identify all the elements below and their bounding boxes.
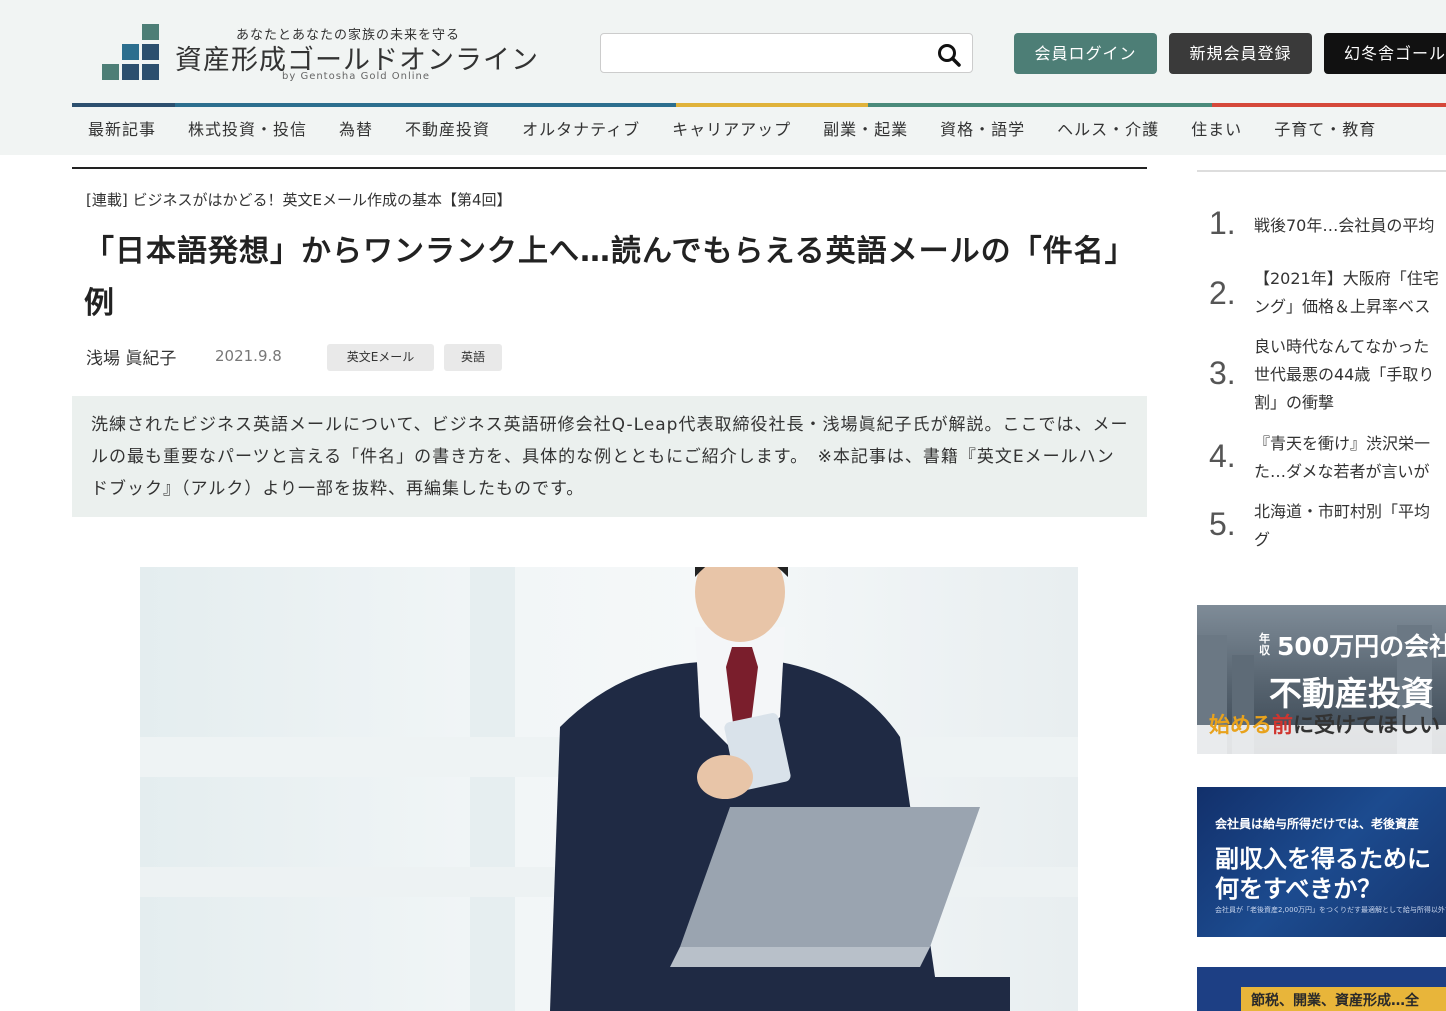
login-button[interactable]: 会員ログイン [1014,33,1157,74]
site-logo[interactable]: あなたとあなたの家族の未来を守る 資産形成ゴールドオンライン by Gentos… [102,24,552,84]
register-button[interactable]: 新規会員登録 [1169,33,1312,74]
tax-banner[interactable]: 節税、開業、資産形成…全 [1197,967,1446,1011]
nav-item-housing[interactable]: 住まい [1175,107,1258,153]
rank-number: 3. [1209,355,1236,391]
real-estate-banner[interactable]: 年収 500万円の会社員 不動産投資 始める前に受けてほしい [1197,605,1446,754]
rank-text-line: ング」価格＆上昇率ベス [1254,297,1431,316]
banner-subline: 始める前に受けてほしい [1209,709,1440,739]
nav-item-stocks[interactable]: 株式投資・投信 [172,107,323,153]
search-icon[interactable] [936,42,962,68]
nav-item-real-estate[interactable]: 不動産投資 [389,107,506,153]
nav-item-side-business[interactable]: 副業・起業 [807,107,924,153]
nav-item-career[interactable]: キャリアアップ [656,107,807,153]
banner-headline: 不動産投資 [1269,674,1434,713]
rank-text-line: 北海道・市町村別「平均 [1254,502,1431,521]
side-income-banner[interactable]: 会社員は給与所得だけでは、老後資産 副収入を得るために 何をすべきか？ 会社員が… [1197,787,1446,937]
banner-caption: 会社員は給与所得だけでは、老後資産 [1215,817,1420,831]
rank-text-line: 世代最悪の44歳「手取り [1254,365,1435,384]
nav-item-latest[interactable]: 最新記事 [72,107,172,153]
banner-text: に受けてほしい [1293,713,1440,737]
logo-mark [102,24,162,80]
publish-date: 2021.9.8 [215,347,282,365]
rank-number: 1. [1209,205,1236,241]
banner-text: 前 [1272,713,1293,737]
nav-item-alternative[interactable]: オルタナティブ [506,107,656,153]
logo-subtitle: by Gentosha Gold Online [282,71,431,82]
sidebar-divider [1197,170,1446,172]
nav-item-qualification[interactable]: 資格・語学 [924,107,1041,153]
rank-text-line: 戦後70年…会社員の平均 [1254,216,1435,235]
rank-number: 4. [1209,438,1236,474]
rank-text-line: 『青天を衝け』渋沢栄一 [1254,434,1431,453]
rank-text-line: 良い時代なんてなかった [1254,337,1430,356]
nav-item-health[interactable]: ヘルス・介護 [1041,107,1175,153]
nav-item-fx[interactable]: 為替 [323,107,389,153]
series-label[interactable]: [連載] ビジネスがはかどる！英文Eメール作成の基本【第4回】 [86,189,512,210]
banner-highlight-start: 始める [1209,713,1272,737]
article-title: 「日本語発想」からワンランク上へ…読んでもらえる英語メールの「件名」例 [84,234,1121,321]
category-nav: 最新記事 株式投資・投信 為替 不動産投資 オルタナティブ キャリアアップ 副業… [72,107,1392,155]
tag-english-email[interactable]: 英文Eメール [327,344,434,371]
banner-headline: 節税、開業、資産形成…全 [1251,993,1419,1009]
rank-text-line: 割」の衝撃 [1254,393,1335,412]
hero-image [140,567,1078,1011]
nav-item-parenting[interactable]: 子育て・教育 [1258,107,1392,153]
banner-income-text: 500万円の会社員 [1277,632,1446,661]
rank-text-line: 【2021年】大阪府「住宅 [1254,269,1439,288]
banner-headline: 何をすべきか？ [1215,875,1382,903]
banner-income-prefix: 年収 [1259,632,1270,657]
search-box [600,33,973,73]
rank-number: 2. [1209,275,1236,311]
tag-english[interactable]: 英語 [444,344,502,371]
gentosha-gold-button[interactable]: 幻冬舎ゴール [1324,33,1446,74]
article-lead: 洗練されたビジネス英語メールについて、ビジネス英語研修会社Q-Leap代表取締役… [72,396,1147,517]
rank-number: 5. [1209,506,1236,542]
banner-footnote: 会社員が「老後資産2,000万円」をつくりだす最適解として給与所得以外で [1215,906,1446,914]
rank-text-line: た…ダメな若者が言いが [1254,462,1430,481]
article-divider [72,167,1147,169]
search-input[interactable] [609,40,929,66]
rank-text-line: グ [1254,530,1271,549]
author-name[interactable]: 浅場 眞紀子 [86,344,176,369]
businessman-photo [140,567,1078,1011]
